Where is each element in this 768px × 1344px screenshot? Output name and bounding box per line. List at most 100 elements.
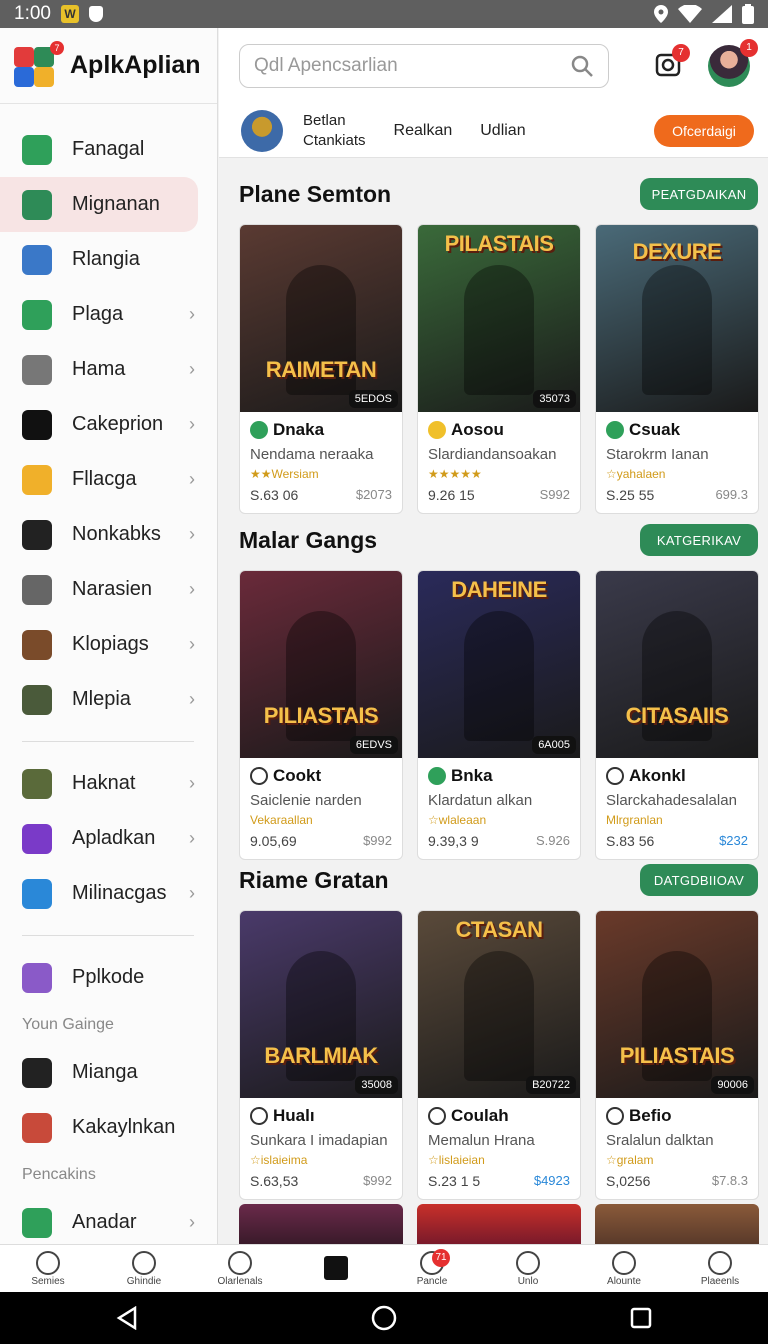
sidebar-item[interactable]: Rlangia xyxy=(0,232,217,287)
sidebar-item[interactable]: Cakeprion › xyxy=(0,397,217,452)
game-price: S.63 06 xyxy=(250,487,299,503)
game-code-badge: 6EDVS xyxy=(349,736,398,754)
chevron-right-icon: › xyxy=(189,773,195,793)
sidebar-item[interactable]: Anadar › xyxy=(0,1195,217,1244)
game-info: Cookt Saiclenie narden Vekaraallan 9.05,69 $… xyxy=(240,758,402,857)
subbar-action-button[interactable]: Ofcerdaigi xyxy=(654,114,754,147)
search-icon[interactable] xyxy=(570,54,594,78)
card-row: RAIMETAN 5EDOS Dnaka Nendama neraaka ★★Wersi… xyxy=(219,224,768,514)
list-icon xyxy=(22,354,52,385)
sidebar-item[interactable]: Milinacgas › xyxy=(0,866,217,921)
sidebar-item[interactable]: Haknat › xyxy=(0,756,217,811)
sidebar-item[interactable]: Mignanan xyxy=(0,177,198,232)
game-art: CTASAN B20722 xyxy=(418,911,580,1098)
chevron-right-icon: › xyxy=(189,883,195,903)
game-art: CITASAIIS xyxy=(596,571,758,758)
sidebar-item[interactable]: Plaga › xyxy=(0,287,217,342)
bottom-nav-item[interactable]: Semies xyxy=(0,1245,96,1292)
game-price: 9.39,3 9 xyxy=(428,833,479,849)
section-category-button[interactable]: PEATGDAIKAN xyxy=(640,178,758,210)
notifications-button[interactable]: 7 xyxy=(654,43,690,83)
profile-button[interactable]: 1 xyxy=(708,39,758,87)
section-category-button[interactable]: KATGERIKAV xyxy=(640,524,758,556)
game-card[interactable]: BARLMIAK 35008 Hualı Sunkara I imadapian ☆is… xyxy=(239,910,403,1200)
chevron-right-icon: › xyxy=(189,634,195,654)
game-rating: ☆gralam xyxy=(606,1153,654,1167)
sidebar-item[interactable]: Narasien › xyxy=(0,562,217,617)
recents-icon[interactable] xyxy=(630,1307,652,1329)
bottom-nav-label: Ghindie xyxy=(126,1275,162,1287)
bottom-nav-label: Unlo xyxy=(517,1275,539,1287)
subbar-link-realkan[interactable]: Realkan xyxy=(394,122,453,140)
bottom-nav-item[interactable]: Unlo xyxy=(480,1245,576,1292)
brand[interactable]: 7 AplkAplian xyxy=(0,28,217,104)
sub-bar: Betlan Ctankiats Realkan Udlian Ofcerdai… xyxy=(219,104,768,158)
game-art-title: CITASAIIS xyxy=(625,703,729,728)
game-art-title: PILIASTAIS xyxy=(619,1043,735,1068)
partial-card[interactable] xyxy=(595,1204,759,1244)
game-card[interactable]: CTASAN B20722 Coulah Memalun Hrana ☆lislaiei… xyxy=(417,910,581,1200)
bottom-nav-item[interactable]: Plaeenls xyxy=(672,1245,768,1292)
game-info: Coulah Memalun Hrana ☆lislaieian S.23 1 5 $4… xyxy=(418,1098,580,1197)
dice-icon xyxy=(22,519,52,550)
game-info: Akonkl Slarckahadesalalan Mlrgranlan S.83 5… xyxy=(596,758,758,857)
game-card[interactable]: CITASAIIS Akonkl Slarckahadesalalan Mlrgran… xyxy=(595,570,759,860)
location-icon xyxy=(654,5,668,23)
game-card[interactable]: PILASTAIS 35073 Aosou Slardiandansoakan ★★★★… xyxy=(417,224,581,514)
partial-card[interactable] xyxy=(239,1204,403,1244)
game-info: Befio Sralalun dalktan ☆gralam S,0256 $7.8.3 xyxy=(596,1098,758,1197)
bottom-nav-item[interactable]: Ghindie xyxy=(96,1245,192,1292)
sidebar-item[interactable]: Apladkan › xyxy=(0,811,217,866)
game-name-row: Cookt xyxy=(250,766,392,786)
sidebar-item[interactable]: Mlepia › xyxy=(0,672,217,727)
game-art-title: PILASTAIS xyxy=(444,231,554,256)
game-name: Akonkl xyxy=(629,766,686,785)
sidebar-item-label: Kakaylnkan xyxy=(72,1116,176,1138)
sidebar-item[interactable]: Kakaylnkan xyxy=(0,1100,217,1155)
sidebar-item[interactable]: Hama › xyxy=(0,342,217,397)
game-card[interactable]: PILIASTAIS 90006 Befio Sralalun dalktan ☆gra… xyxy=(595,910,759,1200)
game-art-title: DAHEINE xyxy=(451,577,547,602)
divider xyxy=(22,741,194,742)
close-circle-icon xyxy=(22,134,52,165)
partial-card[interactable] xyxy=(417,1204,581,1244)
game-price: S.25 55 xyxy=(606,487,655,503)
game-rating: ☆lislaieian xyxy=(428,1153,485,1167)
chevron-right-icon: › xyxy=(189,469,195,489)
sidebar-item-label: Fanagal xyxy=(72,138,145,160)
sidebar-item[interactable]: Mianga xyxy=(0,1045,217,1100)
bottom-nav-item[interactable]: Alounte xyxy=(576,1245,672,1292)
sidebar-item[interactable]: Pplkode xyxy=(0,950,217,1005)
section-header: Riame Gratan DATGDBIIOAV xyxy=(219,854,768,906)
game-card[interactable]: DAHEINE 6A005 Bnka Klardatun alkan ☆wlaleaan… xyxy=(417,570,581,860)
game-description: Sralalun dalktan xyxy=(606,1132,714,1149)
user-avatar[interactable] xyxy=(241,109,283,152)
game-card[interactable]: DEXURE Csuak Starokrm Ianan ☆yahalaen S.25 5… xyxy=(595,224,759,514)
shield-icon xyxy=(606,1107,624,1125)
sidebar-item[interactable]: Nonkabks › xyxy=(0,507,217,562)
game-card[interactable]: PILIASTAIS 6EDVS Cookt Saiclenie narden Veka… xyxy=(239,570,403,860)
game-name: Hualı xyxy=(273,1106,315,1125)
game-price-secondary: $4923 xyxy=(533,1173,570,1188)
game-art: RAIMETAN 5EDOS xyxy=(240,225,402,412)
bottom-nav: Semies Ghindie Olarlenals Pancle 71 Unlo Aloun… xyxy=(0,1244,768,1292)
sidebar-item[interactable]: Klopiags › xyxy=(0,617,217,672)
subbar-link-udlian[interactable]: Udlian xyxy=(480,122,525,140)
chat-icon xyxy=(22,1057,52,1088)
home-circle-icon[interactable] xyxy=(371,1305,397,1331)
bottom-nav-item[interactable]: Pancle 71 xyxy=(384,1245,480,1292)
status-bar: 1:00 W xyxy=(0,0,768,28)
gear-icon xyxy=(428,1107,446,1125)
sidebar-item[interactable]: Fanagal xyxy=(0,122,217,177)
bottom-nav-item[interactable] xyxy=(288,1245,384,1292)
search-input[interactable]: Qdl Apencsarlian xyxy=(239,44,609,88)
game-price: S,0256 xyxy=(606,1173,651,1189)
game-code-badge: 6A005 xyxy=(532,736,576,754)
divider xyxy=(22,935,194,936)
back-icon[interactable] xyxy=(116,1306,138,1330)
game-card[interactable]: RAIMETAN 5EDOS Dnaka Nendama neraaka ★★Wersi… xyxy=(239,224,403,514)
section-category-button[interactable]: DATGDBIIOAV xyxy=(640,864,758,896)
bottom-nav-item[interactable]: Olarlenals xyxy=(192,1245,288,1292)
game-price-row: S.83 56 $232 xyxy=(606,833,748,849)
sidebar-item[interactable]: Fllacga › xyxy=(0,452,217,507)
